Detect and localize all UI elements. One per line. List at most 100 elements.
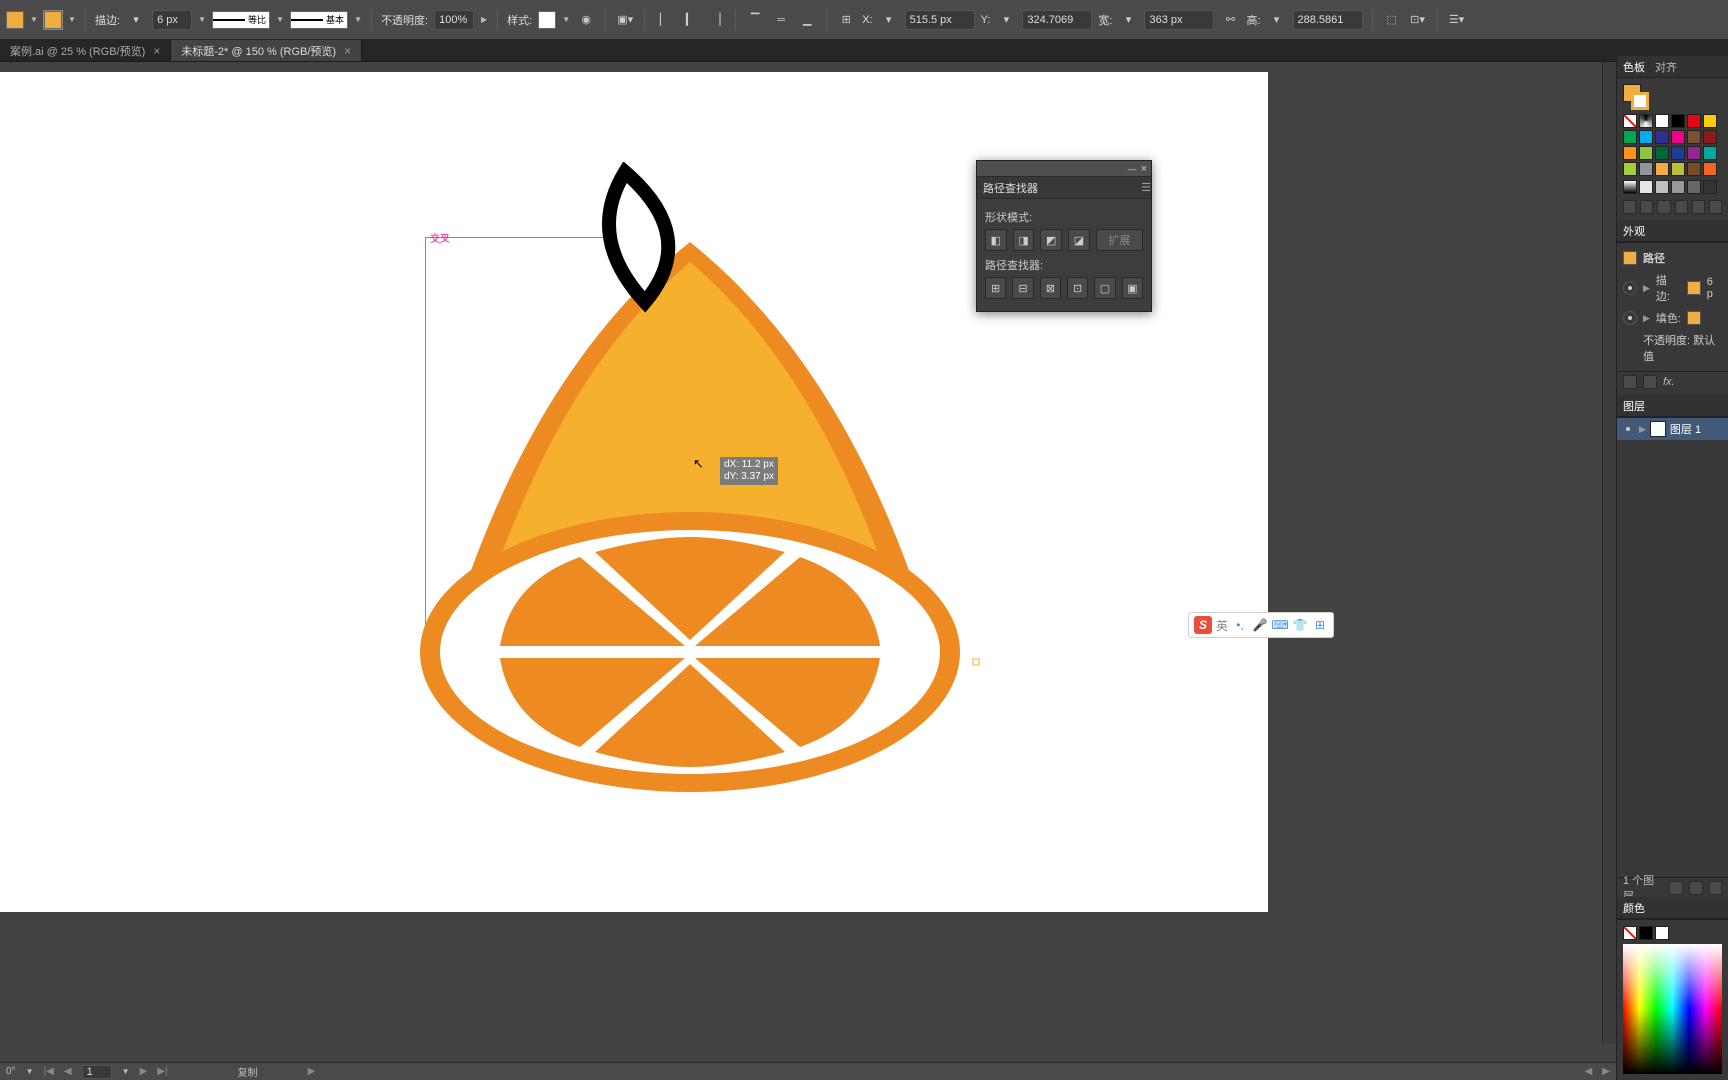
chevron-right-icon[interactable]: ▶: [1643, 313, 1650, 324]
none-swatch[interactable]: [1623, 114, 1637, 128]
visibility-toggle[interactable]: [1623, 281, 1637, 295]
align-menu-icon[interactable]: ▣▾: [615, 10, 635, 30]
panel-header[interactable]: — ×: [977, 161, 1151, 177]
swatch-options-icon[interactable]: [1657, 200, 1670, 214]
last-page-icon[interactable]: ▶|: [157, 1066, 167, 1077]
page-input[interactable]: [82, 1065, 112, 1079]
new-sublayer-icon[interactable]: [1689, 881, 1703, 895]
minus-back-button[interactable]: ▣: [1122, 277, 1143, 299]
align-tab[interactable]: 对齐: [1655, 59, 1677, 75]
outline-button[interactable]: ▢: [1094, 277, 1115, 299]
white-chip[interactable]: [1655, 926, 1669, 940]
h-input[interactable]: [1293, 10, 1363, 30]
scroll-left-icon[interactable]: ◀: [1585, 1066, 1593, 1077]
ime-tools-icon[interactable]: ⊞: [1312, 617, 1328, 633]
fill-dropdown[interactable]: ▼: [30, 13, 38, 27]
appearance-tab[interactable]: 外观: [1623, 223, 1645, 239]
ime-skin-icon[interactable]: 👕: [1292, 617, 1308, 633]
ime-toolbar[interactable]: S 英 •, 🎤 ⌨ 👕 ⊞: [1188, 612, 1334, 638]
shape-icon[interactable]: ⬚: [1382, 10, 1402, 30]
new-layer-icon[interactable]: [1709, 881, 1723, 895]
divide-button[interactable]: ⊞: [985, 277, 1006, 299]
link-icon[interactable]: ⚯: [1220, 10, 1240, 30]
fx-icon[interactable]: fx.: [1663, 376, 1675, 388]
next-page-icon[interactable]: ▶: [140, 1066, 148, 1077]
doc-tab-2[interactable]: 未标题-2* @ 150 % (RGB/预览) ×: [171, 40, 362, 61]
new-stroke-icon[interactable]: [1623, 375, 1637, 389]
new-group-icon[interactable]: [1675, 200, 1688, 214]
unite-button[interactable]: ◧: [985, 229, 1007, 251]
ime-punct-icon[interactable]: •,: [1232, 617, 1248, 633]
y-input[interactable]: [1022, 10, 1092, 30]
minus-front-button[interactable]: ◨: [1013, 229, 1035, 251]
exclude-button[interactable]: ◪: [1068, 229, 1090, 251]
gradient-swatch[interactable]: [1623, 180, 1637, 194]
layer-name[interactable]: 图层 1: [1670, 421, 1701, 437]
close-icon[interactable]: ×: [344, 44, 351, 58]
transform-icon[interactable]: ⊞: [836, 10, 856, 30]
align-left-icon[interactable]: ▏: [654, 10, 674, 30]
stroke-width-dropdown[interactable]: ▼: [198, 13, 206, 27]
trash-icon[interactable]: [1709, 200, 1722, 214]
canvas-viewport[interactable]: 交叉: [0, 62, 1616, 1062]
swatch-menu-icon[interactable]: [1640, 200, 1653, 214]
close-icon[interactable]: ×: [153, 44, 160, 58]
layer-row[interactable]: ▶ 图层 1: [1617, 418, 1728, 440]
stroke-swatch[interactable]: [44, 11, 62, 29]
stroke-dropdown[interactable]: ▼: [68, 13, 76, 27]
merge-button[interactable]: ⊠: [1040, 277, 1061, 299]
align-bottom-icon[interactable]: ▁: [797, 10, 817, 30]
fill-color-swatch[interactable]: [1687, 311, 1701, 325]
visibility-toggle[interactable]: [1621, 422, 1635, 436]
fill-swatch[interactable]: [6, 11, 24, 29]
play-icon[interactable]: ▶: [308, 1066, 316, 1077]
prev-page-icon[interactable]: ◀: [64, 1066, 72, 1077]
style-swatch[interactable]: [538, 11, 556, 29]
swatches-tab[interactable]: 色板: [1623, 59, 1645, 75]
new-fill-icon[interactable]: [1643, 375, 1657, 389]
recolor-icon[interactable]: ◉: [576, 10, 596, 30]
align-center-icon[interactable]: ▎: [680, 10, 700, 30]
ime-mic-icon[interactable]: 🎤: [1252, 617, 1268, 633]
brush-preview[interactable]: 基本: [290, 11, 348, 29]
chevron-right-icon[interactable]: ▶: [1639, 424, 1646, 435]
align-middle-icon[interactable]: ═: [771, 10, 791, 30]
stroke-menu-icon[interactable]: ▾: [126, 10, 146, 30]
crop-button[interactable]: ⊡: [1067, 277, 1088, 299]
minimize-icon[interactable]: —: [1128, 164, 1137, 174]
close-icon[interactable]: ×: [1141, 163, 1147, 175]
new-swatch-icon[interactable]: [1692, 200, 1705, 214]
align-right-icon[interactable]: ▕: [706, 10, 726, 30]
none-chip[interactable]: [1623, 926, 1637, 940]
ime-lang[interactable]: 英: [1216, 617, 1228, 634]
stroke-indicator[interactable]: [1631, 92, 1649, 110]
visibility-toggle[interactable]: [1623, 311, 1637, 325]
stroke-width-input[interactable]: [152, 10, 192, 30]
first-page-icon[interactable]: |◀: [44, 1066, 54, 1077]
chevron-right-icon[interactable]: ▶: [1643, 283, 1650, 294]
registration-swatch[interactable]: [1639, 114, 1653, 128]
expand-button[interactable]: 扩展: [1096, 229, 1143, 251]
stroke-profile-preview[interactable]: 等比: [212, 11, 270, 29]
rotate-value[interactable]: 0°: [6, 1066, 16, 1077]
sogou-icon[interactable]: S: [1194, 616, 1212, 634]
layers-tab[interactable]: 图层: [1623, 398, 1645, 414]
color-spectrum[interactable]: [1623, 944, 1722, 1074]
transform-menu-icon[interactable]: ⊡▾: [1408, 10, 1428, 30]
doc-tab-1[interactable]: 案例.ai @ 25 % (RGB/预览) ×: [0, 40, 171, 61]
vertical-scrollbar[interactable]: [1602, 62, 1616, 1044]
black-chip[interactable]: [1639, 926, 1653, 940]
scroll-right-icon[interactable]: ▶: [1602, 1066, 1610, 1077]
align-top-icon[interactable]: ▔: [745, 10, 765, 30]
ime-keyboard-icon[interactable]: ⌨: [1272, 617, 1288, 633]
trim-button[interactable]: ⊟: [1012, 277, 1033, 299]
arrange-icon[interactable]: ☰▾: [1447, 10, 1467, 30]
x-input[interactable]: [905, 10, 975, 30]
w-input[interactable]: [1144, 10, 1214, 30]
stroke-color-swatch[interactable]: [1687, 281, 1701, 295]
panel-title[interactable]: 路径查找器: [983, 180, 1038, 196]
intersect-button[interactable]: ◩: [1040, 229, 1062, 251]
swatch-lib-icon[interactable]: [1623, 200, 1636, 214]
color-tab[interactable]: 颜色: [1623, 900, 1645, 916]
panel-menu-icon[interactable]: ☰: [1141, 181, 1151, 194]
